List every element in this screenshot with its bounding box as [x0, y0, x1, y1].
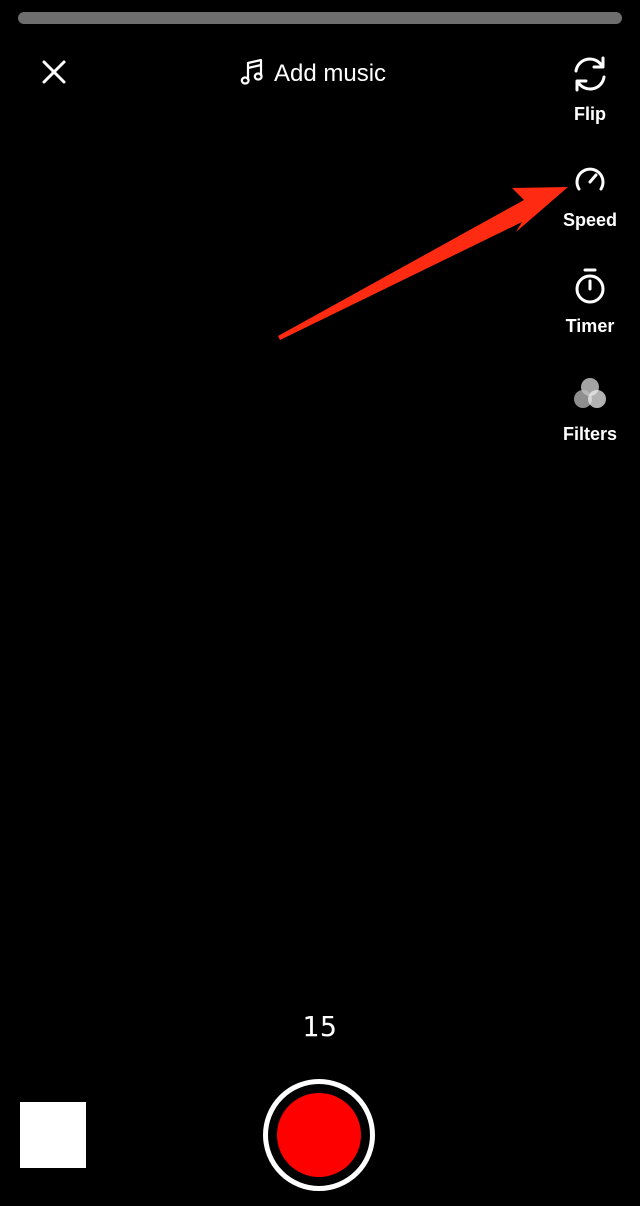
filters-button[interactable]: Filters: [548, 374, 632, 445]
add-music-button[interactable]: Add music: [240, 52, 386, 96]
close-icon: [41, 59, 67, 90]
add-music-label: Add music: [274, 60, 387, 87]
record-button[interactable]: [263, 1079, 375, 1191]
timer-label: Timer: [565, 316, 615, 336]
timer-button[interactable]: Timer: [548, 266, 632, 337]
speed-label: Speed: [562, 210, 618, 230]
flip-camera-icon: [570, 54, 610, 94]
record-button-inner: [277, 1093, 361, 1177]
flip-label: Flip: [574, 104, 606, 124]
filters-label: Filters: [562, 424, 618, 444]
speed-button[interactable]: Speed: [548, 160, 632, 231]
speedometer-icon: [570, 160, 610, 200]
gallery-thumbnail[interactable]: [20, 1102, 86, 1168]
filters-icon: [570, 374, 610, 414]
music-note-icon: [240, 58, 264, 91]
flip-camera-button[interactable]: Flip: [548, 54, 632, 125]
recording-progress-bar: [18, 12, 622, 24]
recording-duration: 15: [302, 1010, 338, 1043]
close-button[interactable]: [30, 50, 78, 98]
stopwatch-icon: [570, 266, 610, 306]
